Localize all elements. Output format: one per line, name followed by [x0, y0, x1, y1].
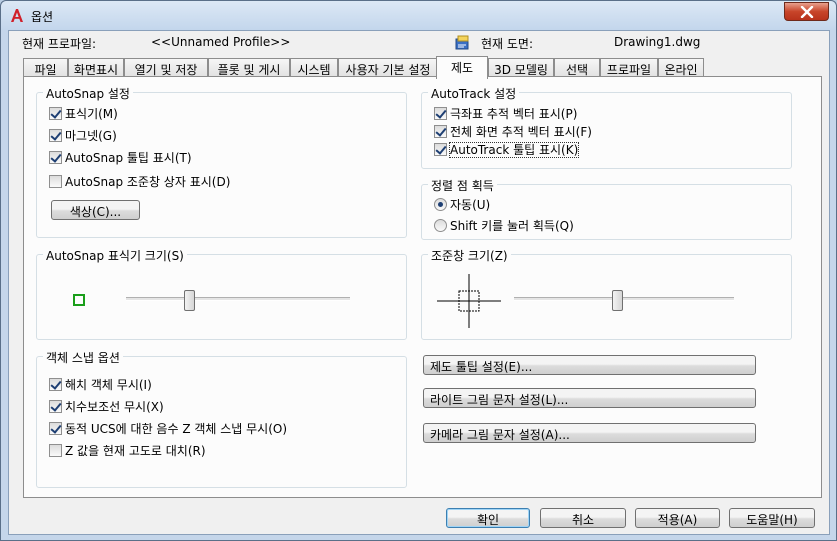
autosnap-tooltip-checkbox[interactable]: AutoSnap 툴팁 표시(T): [49, 149, 192, 165]
checkbox-icon: [49, 400, 62, 413]
marker-preview-icon: [73, 294, 85, 306]
tab-online[interactable]: 온라인: [658, 58, 704, 77]
marker-checkbox[interactable]: 표식기(M): [49, 105, 118, 121]
tab-plot-publish[interactable]: 플롯 및 게시: [208, 58, 290, 77]
tab-selection[interactable]: 선택: [554, 58, 600, 77]
object-snap-options-group: 객체 스냅 옵션 해치 객체 무시(I) 치수보조선 무시(X) 동적 UCS에…: [36, 349, 407, 488]
autosnap-settings-group: AutoSnap 설정 표식기(M) 마그넷(G) AutoSnap 툴팁 표시…: [36, 85, 407, 238]
checkbox-icon: [49, 107, 62, 120]
radio-icon: [434, 198, 447, 211]
tab-user-preferences[interactable]: 사용자 기본 설정: [338, 58, 438, 77]
drawing-file-icon: [455, 35, 469, 50]
ignore-hatch-checkbox[interactable]: 해치 객체 무시(I): [49, 376, 152, 392]
ignore-dimension-extension-checkbox[interactable]: 치수보조선 무시(X): [49, 398, 164, 414]
shift-to-acquire-radio[interactable]: Shift 키를 눌러 획득(Q): [434, 217, 574, 233]
tab-profiles[interactable]: 프로파일: [600, 58, 658, 77]
full-screen-tracking-vector-checkbox[interactable]: 전체 화면 추적 벡터 표시(F): [434, 123, 592, 139]
tab-open-save[interactable]: 열기 및 저장: [124, 58, 208, 77]
current-drawing-value: Drawing1.dwg: [614, 35, 701, 49]
apply-button[interactable]: 적용(A): [635, 508, 720, 528]
drafting-tab-panel: AutoSnap 설정 표식기(M) 마그넷(G) AutoSnap 툴팁 표시…: [23, 76, 822, 498]
autotrack-tooltip-checkbox[interactable]: AutoTrack 툴팁 표시(K): [434, 141, 580, 158]
checkbox-icon: [49, 129, 62, 142]
alignment-point-acquisition-title: 정렬 점 획득: [428, 177, 497, 194]
marker-size-slider-thumb[interactable]: [183, 290, 195, 311]
aperture-size-title: 조준창 크기(Z): [428, 247, 511, 264]
ok-button[interactable]: 확인: [446, 508, 530, 528]
alignment-point-acquisition-group: 정렬 점 획득 자동(U) Shift 키를 눌러 획득(Q): [421, 177, 792, 240]
tab-files[interactable]: 파일: [23, 58, 68, 77]
automatic-radio[interactable]: 자동(U): [434, 196, 490, 212]
options-dialog: 옵션 현재 프로파일: <<Unnamed Profile>> 현재 도면: D…: [0, 0, 837, 541]
aperture-box-checkbox[interactable]: AutoSnap 조준창 상자 표시(D): [49, 173, 230, 189]
current-profile-value: <<Unnamed Profile>>: [151, 35, 291, 49]
autotrack-settings-group: AutoTrack 설정 극좌표 추적 벡터 표시(P) 전체 화면 추적 벡터…: [421, 85, 792, 169]
autosnap-marker-size-group: AutoSnap 표식기 크기(S): [36, 247, 407, 340]
checkbox-icon: [49, 378, 62, 391]
dialog-client-area: 현재 프로파일: <<Unnamed Profile>> 현재 도면: Draw…: [8, 30, 830, 535]
checkbox-icon: [49, 175, 62, 188]
close-icon: [800, 6, 814, 18]
aperture-size-slider-thumb[interactable]: [612, 290, 624, 311]
help-button[interactable]: 도움말(H): [729, 508, 815, 528]
colors-button[interactable]: 색상(C)...: [51, 200, 140, 220]
object-snap-options-title: 객체 스냅 옵션: [43, 349, 123, 366]
aperture-size-group: 조준창 크기(Z): [421, 247, 792, 340]
title-bar[interactable]: 옵션: [1, 1, 836, 30]
window-title: 옵션: [31, 10, 54, 24]
magnet-checkbox[interactable]: 마그넷(G): [49, 127, 117, 143]
polar-tracking-vector-checkbox[interactable]: 극좌표 추적 벡터 표시(P): [434, 105, 577, 121]
autocad-logo-icon: [11, 9, 23, 22]
autosnap-marker-size-title: AutoSnap 표식기 크기(S): [43, 247, 187, 264]
drafting-tooltip-settings-button[interactable]: 제도 툴팁 설정(E)...: [423, 355, 756, 375]
checkbox-icon: [434, 107, 447, 120]
tab-display[interactable]: 화면표시: [68, 58, 124, 77]
tab-3d-modeling[interactable]: 3D 모델링: [488, 58, 554, 77]
current-drawing-label: 현재 도면:: [481, 37, 534, 51]
marker-size-slider-track[interactable]: [126, 297, 350, 301]
aperture-preview-icon: [437, 274, 501, 328]
light-glyph-settings-button[interactable]: 라이트 그림 문자 설정(L)...: [423, 388, 756, 408]
checkbox-icon: [49, 422, 62, 435]
checkbox-icon: [49, 444, 62, 457]
current-profile-label: 현재 프로파일:: [22, 37, 97, 51]
autosnap-settings-title: AutoSnap 설정: [43, 85, 133, 102]
autotrack-settings-title: AutoTrack 설정: [428, 85, 520, 102]
checkbox-icon: [434, 143, 447, 156]
tab-system[interactable]: 시스템: [290, 58, 338, 77]
replace-z-elevation-checkbox[interactable]: Z 값을 현재 고도로 대치(R): [49, 442, 206, 458]
radio-icon: [434, 219, 447, 232]
aperture-size-slider-track[interactable]: [514, 297, 734, 301]
cancel-button[interactable]: 취소: [540, 508, 626, 528]
checkbox-icon: [434, 125, 447, 138]
checkbox-icon: [49, 151, 62, 164]
ignore-negative-z-checkbox[interactable]: 동적 UCS에 대한 음수 Z 객체 스냅 무시(O): [49, 420, 287, 436]
tab-drafting[interactable]: 제도: [436, 56, 488, 79]
close-button[interactable]: [784, 2, 829, 21]
camera-glyph-settings-button[interactable]: 카메라 그림 문자 설정(A)...: [423, 423, 756, 443]
